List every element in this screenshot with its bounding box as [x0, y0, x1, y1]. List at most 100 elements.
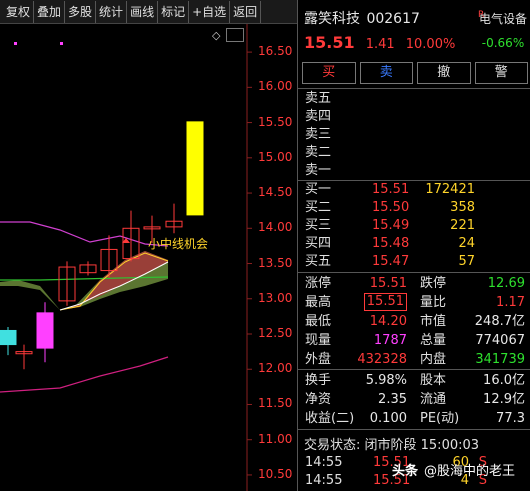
order-volume: 172421 [425, 182, 475, 197]
price-change: 1.41 [365, 37, 395, 52]
chart-annotation: 小中线机会 [148, 237, 209, 251]
order-label: 买五 [305, 254, 332, 269]
cancel-order-button[interactable]: 撤 [417, 62, 471, 84]
trade-actions: 买 卖 撤 警 [302, 62, 528, 84]
stock-code: 002617 [366, 11, 420, 27]
order-volume: 221 [450, 218, 475, 233]
stat-label: 量比 [420, 295, 447, 310]
order-price: 15.49 [372, 218, 410, 233]
y-tick-label: 13.50 [258, 255, 293, 270]
stat-row[interactable]: 现量 1787 总量 774067 [298, 331, 530, 350]
stat-label: 流通 [420, 392, 447, 407]
stat-label: 跌停 [420, 276, 447, 291]
stat-label: 收益(二) [305, 411, 355, 426]
y-tick-label: 12.00 [258, 361, 293, 376]
sell-order-row[interactable]: 卖五 [298, 90, 530, 108]
diamond-icon[interactable]: ◇ [212, 29, 220, 42]
stat-value: 774067 [475, 333, 525, 348]
y-tick-label: 15.00 [258, 149, 293, 164]
order-price: 15.48 [372, 236, 410, 251]
buy-order-row[interactable]: 买五 15.47 57 [298, 253, 530, 271]
divider [298, 369, 530, 370]
sector-name[interactable]: 电气设备 [476, 10, 530, 27]
watermark-brand: 头条 [392, 464, 419, 479]
stat-value: 16.0亿 [483, 373, 525, 388]
chart-toolbar: 复权 叠加 多股 统计 画线 标记 +自选 返回 [0, 0, 297, 24]
chart-scroll-box[interactable] [226, 28, 244, 42]
toolbar-button[interactable]: 返回 [230, 0, 262, 23]
buy-order-row[interactable]: 买三 15.49 221 [298, 217, 530, 235]
candle-body [36, 312, 54, 349]
candle-body [186, 121, 204, 216]
sector-change: -0.66% [481, 36, 525, 50]
order-label: 卖四 [305, 109, 332, 124]
toolbar-button[interactable]: 统计 [96, 0, 128, 23]
stock-name: 露笑科技 [304, 11, 360, 27]
stat-row[interactable]: 最高 15.51 量比 1.17 [298, 293, 530, 312]
divider [298, 429, 530, 430]
stat-value: 341739 [475, 352, 525, 367]
divider [298, 272, 530, 273]
stat-label: PE(动) [420, 411, 460, 426]
toolbar-button[interactable]: 复权 [0, 0, 35, 23]
y-tick-label: 11.00 [258, 431, 293, 446]
buy-order-row[interactable]: 买二 15.50 358 [298, 199, 530, 217]
alert-button[interactable]: 警 [474, 62, 528, 84]
stat-value: 2.35 [378, 392, 407, 407]
sell-order-row[interactable]: 卖二 [298, 144, 530, 162]
kline-chart[interactable]: ◇ 小中线机会 16.50 16.00 15.50 15.00 14.50 14.00 13… [0, 24, 297, 491]
tick-time: 14:55 [305, 455, 343, 470]
stat-value: 77.3 [496, 411, 525, 426]
order-volume: 24 [458, 236, 475, 251]
toolbar-button[interactable]: 标记 [158, 0, 190, 23]
y-tick-label: 14.00 [258, 220, 293, 235]
watermark-text: @股海中的老王 [424, 464, 516, 479]
stat-value: 12.69 [487, 276, 525, 291]
order-volume: 57 [458, 254, 475, 269]
kline-chart-svg [0, 24, 252, 491]
stock-title: 露笑科技 002617 [304, 8, 420, 28]
order-label: 买二 [305, 200, 332, 215]
buy-order-row[interactable]: 买四 15.48 24 [298, 235, 530, 253]
toolbar-button[interactable]: 多股 [65, 0, 97, 23]
trade-status: 交易状态: 闭市阶段 15:00:03 [304, 438, 480, 453]
stat-row[interactable]: 净资 2.35 流通 12.9亿 [298, 390, 530, 409]
toolbar-button[interactable]: 叠加 [34, 0, 66, 23]
stat-label: 最低 [305, 314, 332, 329]
sell-order-row[interactable]: 卖四 [298, 108, 530, 126]
order-price: 15.51 [372, 182, 410, 197]
toolbar-button[interactable]: +自选 [189, 0, 231, 23]
stat-value: 1.17 [496, 295, 525, 310]
y-tick-label: 15.50 [258, 114, 293, 129]
buy-button[interactable]: 买 [302, 62, 356, 84]
stat-row[interactable]: 换手 5.98% 股本 16.0亿 [298, 371, 530, 390]
sell-order-row[interactable]: 卖三 [298, 126, 530, 144]
last-price: 15.51 [304, 33, 355, 52]
marker-dot [60, 42, 63, 45]
stat-value: 1787 [373, 333, 407, 348]
stat-row[interactable]: 外盘 432328 内盘 341739 [298, 350, 530, 369]
stat-label: 市值 [420, 314, 447, 329]
y-tick-label: 16.50 [258, 44, 293, 59]
stat-value: 14.20 [369, 314, 407, 329]
order-label: 卖三 [305, 127, 332, 142]
stat-row[interactable]: 收益(二) 0.100 PE(动) 77.3 [298, 409, 530, 428]
order-label: 卖一 [305, 163, 332, 178]
stat-value: 5.98% [365, 373, 407, 388]
stat-value: 248.7亿 [474, 314, 525, 329]
stat-value: 432328 [357, 352, 407, 367]
stat-row[interactable]: 涨停 15.51 跌停 12.69 [298, 274, 530, 293]
sell-button[interactable]: 卖 [359, 62, 413, 84]
toolbar-button[interactable]: 画线 [127, 0, 159, 23]
stat-label: 换手 [305, 373, 332, 388]
sell-order-row[interactable]: 卖一 [298, 162, 530, 180]
divider [298, 88, 530, 89]
stat-label: 总量 [420, 333, 447, 348]
price-change-pct: 10.00% [405, 37, 456, 52]
y-tick-label: 12.50 [258, 326, 293, 340]
y-tick-label: 10.50 [258, 466, 293, 481]
buy-order-row[interactable]: 买一 15.51 172421 [298, 181, 530, 199]
tick-time: 14:55 [305, 473, 343, 488]
stat-row[interactable]: 最低 14.20 市值 248.7亿 [298, 312, 530, 331]
order-price: 15.50 [372, 200, 410, 215]
